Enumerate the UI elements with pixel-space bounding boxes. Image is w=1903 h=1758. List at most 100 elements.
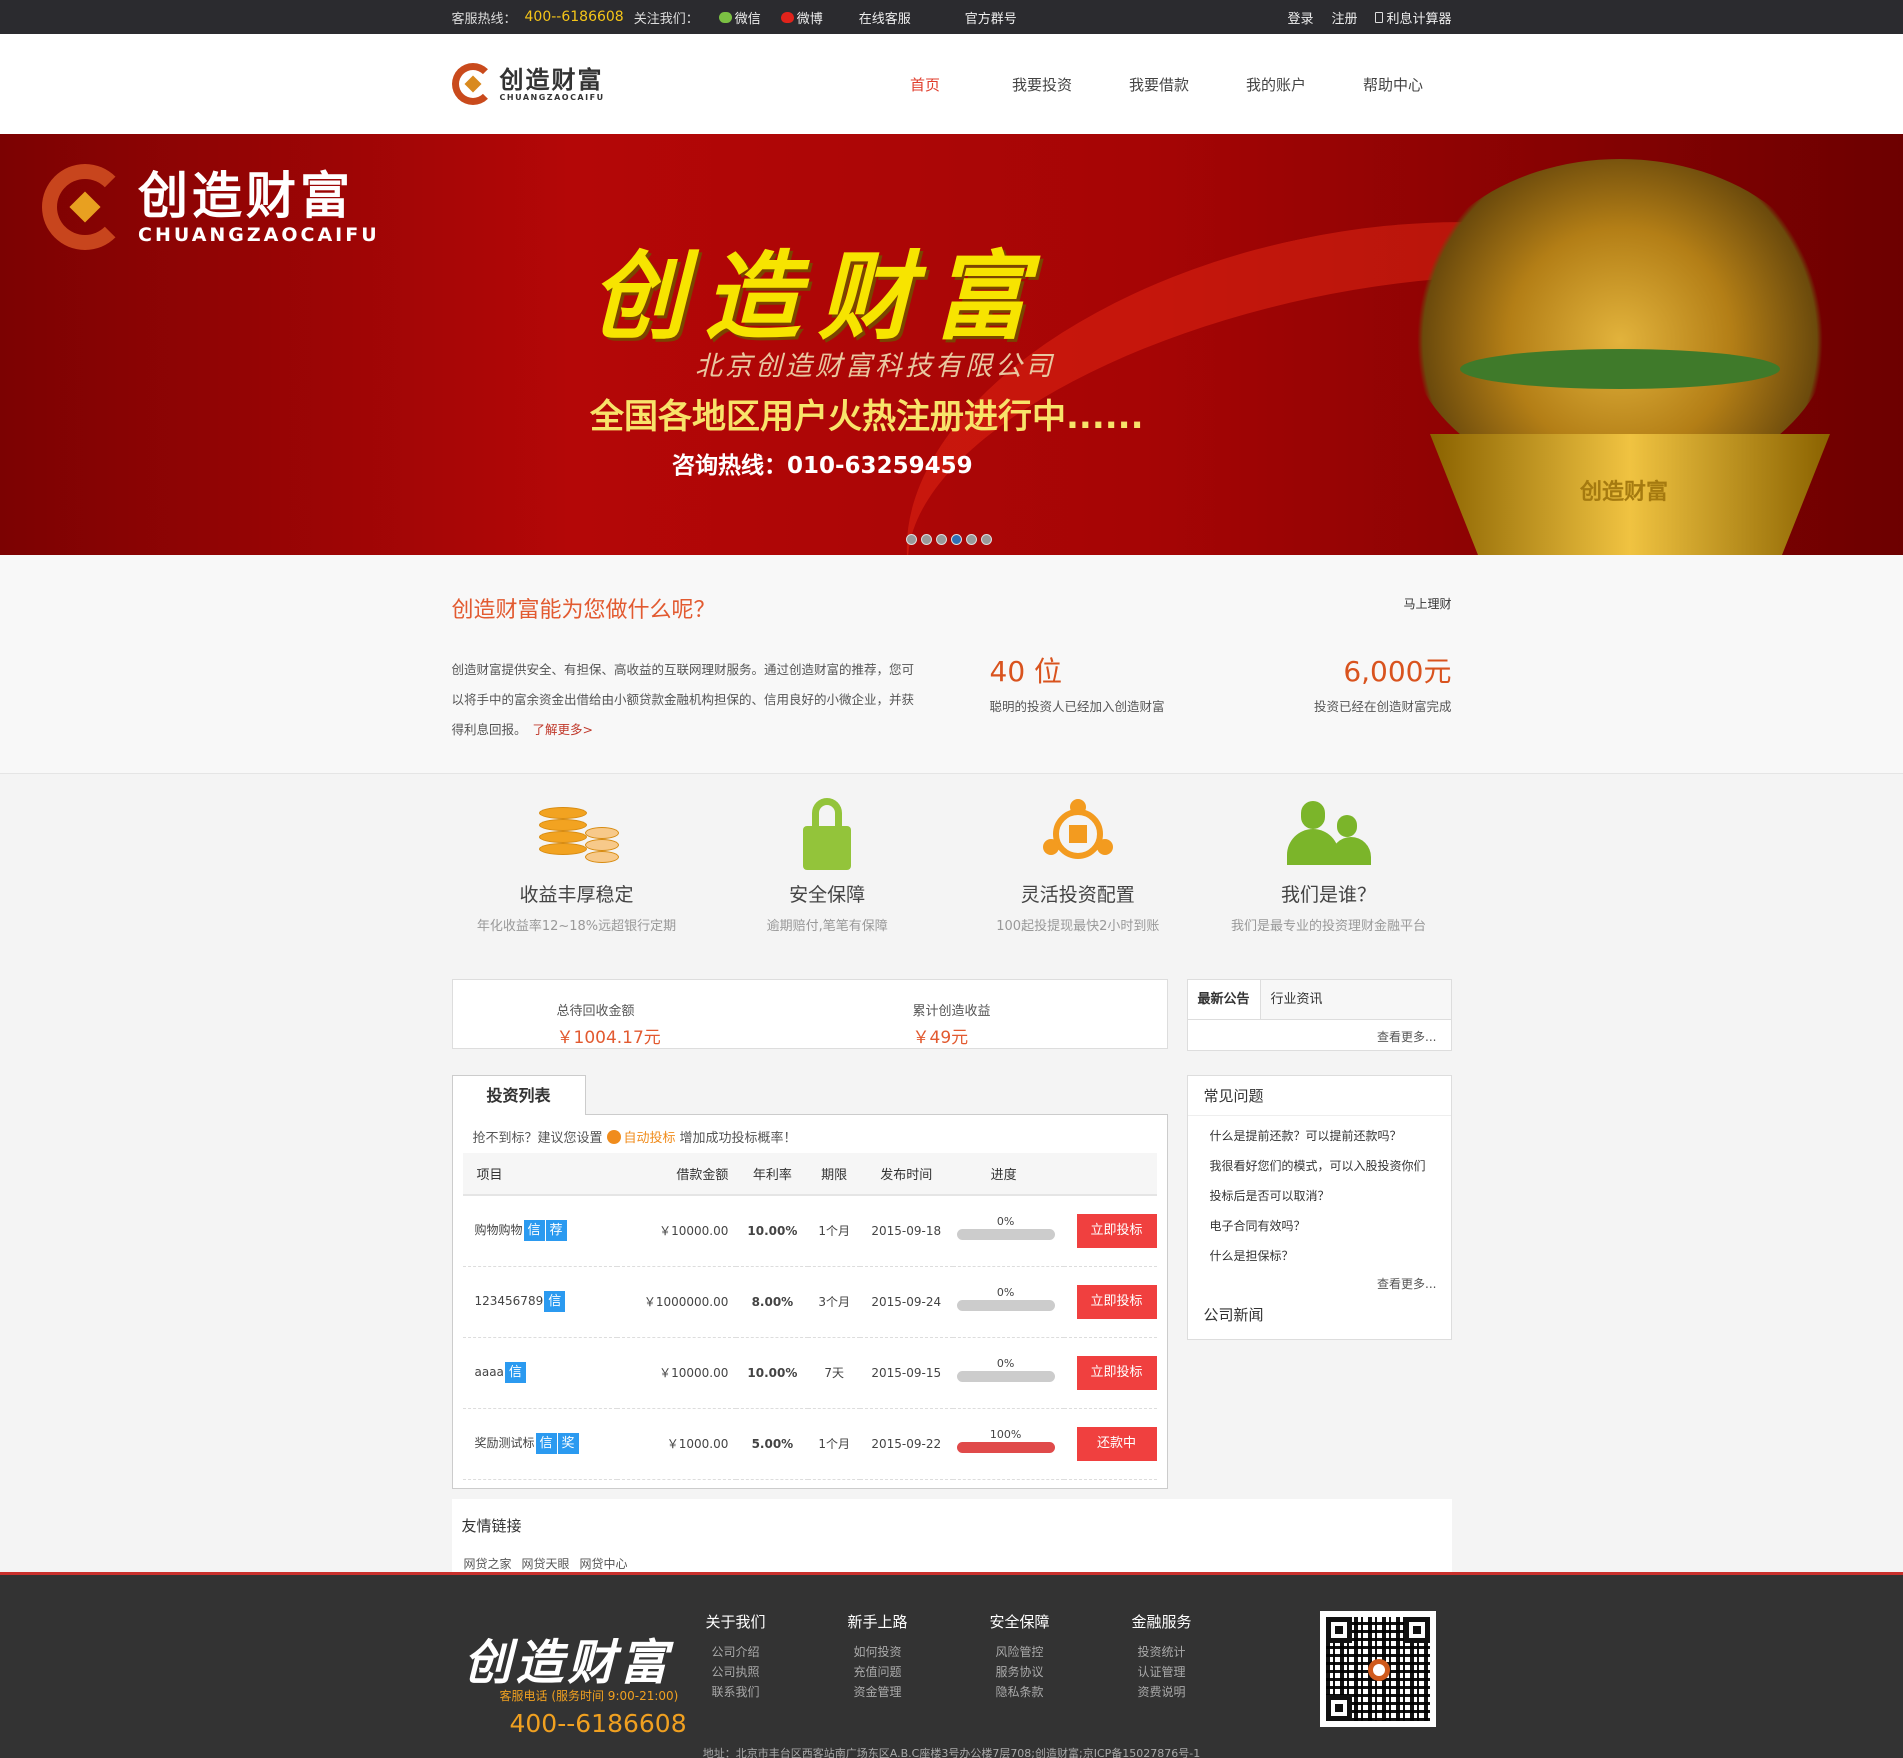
col-action (1063, 1153, 1157, 1196)
loan-amount: ￥10000.00 (616, 1337, 737, 1409)
banner-dot[interactable] (966, 534, 977, 545)
feature-flexible[interactable]: 灵活投资配置 100起投提现最快2小时到账 (963, 774, 1193, 969)
tab-industry-news[interactable]: 行业资讯 (1260, 980, 1451, 1019)
weibo-link[interactable]: 微博 (780, 8, 823, 27)
nav-help[interactable]: 帮助中心 (1335, 74, 1452, 95)
footer-link[interactable]: 投资统计 (1107, 1642, 1217, 1662)
annual-rate: 10.00% (736, 1195, 809, 1267)
footer-link[interactable]: 资费说明 (1107, 1682, 1217, 1702)
calculator-link[interactable]: 利息计算器 (1375, 8, 1452, 27)
auto-bid-link[interactable]: 自动投标 (606, 1127, 676, 1146)
feature-about[interactable]: 我们是谁？ 我们是最专业的投资理财金融平台 (1213, 774, 1443, 969)
loan-term: 7天 (808, 1337, 860, 1409)
nav-invest[interactable]: 我要投资 (984, 74, 1101, 95)
progress-label: 100% (989, 1428, 1022, 1441)
col-rate: 年利率 (736, 1153, 809, 1196)
footer-phone: 400--6186608 (509, 1709, 687, 1738)
invest-now-button[interactable]: 立即投标 (1076, 1355, 1157, 1390)
feature-security[interactable]: 安全保障 逾期赔付,笔笔有保障 (712, 774, 942, 969)
banner-pagination (906, 534, 992, 545)
stat-amount: 6,000元 投资已经在创造财富完成 (1314, 650, 1452, 715)
footer-link[interactable]: 隐私条款 (965, 1682, 1075, 1702)
nav-borrow[interactable]: 我要借款 (1101, 74, 1218, 95)
project-name[interactable]: 123456789 (475, 1294, 544, 1308)
footer-col-finance: 金融服务 投资统计 认证管理 资费说明 (1107, 1611, 1217, 1702)
invest-now-button[interactable]: 还款中 (1076, 1426, 1157, 1461)
banner-logo-icon (42, 164, 128, 250)
footer-link[interactable]: 如何投资 (823, 1642, 933, 1662)
company-news-title[interactable]: 公司新闻 (1188, 1304, 1451, 1325)
faq-item[interactable]: 什么是担保标？ (1210, 1241, 1451, 1271)
footer-link[interactable]: 服务协议 (965, 1662, 1075, 1682)
tab-invest-list[interactable]: 投资列表 (451, 1075, 586, 1115)
faq-item[interactable]: 投标后是否可以取消？ (1210, 1181, 1451, 1211)
publish-date: 2015-09-18 (859, 1195, 953, 1267)
progress-bar: 0% (956, 1357, 1055, 1382)
notice-more-link[interactable]: 查看更多... (1188, 1028, 1451, 1045)
intro-title: 创造财富能为您做什么呢？ (451, 598, 716, 623)
footer-link[interactable]: 充值问题 (823, 1662, 933, 1682)
faq-title: 常见问题 (1187, 1076, 1451, 1116)
official-group-link[interactable]: 官方群号 (965, 8, 1017, 27)
project-name[interactable]: 购物购物 (475, 1223, 523, 1237)
register-link[interactable]: 注册 (1331, 8, 1357, 27)
table-row: 购物购物信荐 ￥10000.00 10.00% 1个月 2015-09-18 0% 立即投标 (462, 1195, 1157, 1267)
footer-link[interactable]: 公司介绍 (681, 1642, 791, 1662)
pending-amount: 总待回收金额 ￥1004.17元 (556, 1004, 661, 1048)
site-logo[interactable]: 创造财富 CHUANGZAOCAIFU (451, 63, 605, 105)
annual-rate: 10.00% (736, 1337, 809, 1409)
banner-dot[interactable] (981, 534, 992, 545)
friend-link[interactable]: 网贷天眼 (522, 1555, 570, 1572)
footer-link[interactable]: 认证管理 (1107, 1662, 1217, 1682)
feature-security-title: 安全保障 (789, 884, 866, 906)
col-date: 发布时间 (859, 1153, 953, 1196)
invest-now-link[interactable]: 马上理财 (1403, 595, 1451, 612)
banner-dot[interactable] (951, 534, 962, 545)
project-name[interactable]: 奖励测试标 (475, 1436, 535, 1450)
tab-latest-notice[interactable]: 最新公告 (1187, 980, 1261, 1019)
annual-rate: 5.00% (736, 1408, 809, 1480)
friend-link[interactable]: 网贷中心 (580, 1555, 628, 1572)
footer-link[interactable]: 资金管理 (823, 1682, 933, 1702)
footer-col-security: 安全保障 风险管控 服务协议 隐私条款 (965, 1611, 1075, 1702)
nav-account[interactable]: 我的账户 (1218, 74, 1335, 95)
feature-returns-title: 收益丰厚稳定 (519, 884, 634, 906)
footer-service-hours: 客服电话 (服务时间 9:00-21:00) (499, 1689, 679, 1703)
footer-link[interactable]: 风险管控 (965, 1642, 1075, 1662)
annual-rate: 8.00% (736, 1266, 809, 1338)
learn-more-link[interactable]: 了解更多> (533, 722, 593, 737)
publish-date: 2015-09-15 (859, 1337, 953, 1409)
online-service-link[interactable]: 在线客服 (859, 8, 911, 27)
invest-now-button[interactable]: 立即投标 (1076, 1284, 1157, 1319)
feature-returns-desc: 年化收益率12~18%远超银行定期 (476, 919, 677, 934)
invest-now-button[interactable]: 立即投标 (1076, 1213, 1157, 1248)
banner-phone: 咨询热线：010-63259459 (672, 453, 973, 479)
banner-company: 北京创造财富科技有限公司 (695, 351, 1055, 382)
footer: 创造财富 客服电话 (服务时间 9:00-21:00) 400--6186608… (0, 1572, 1903, 1758)
wechat-link[interactable]: 微信 (718, 8, 761, 27)
banner-dot[interactable] (921, 534, 932, 545)
main-section: 总待回收金额 ￥1004.17元 累计创造收益 ￥49元 最新公告 行业资讯 查… (0, 979, 1903, 1589)
banner-title: 创造财富 (590, 240, 1046, 353)
footer-col-about: 关于我们 公司介绍 公司执照 联系我们 (681, 1611, 791, 1702)
banner-dot[interactable] (936, 534, 947, 545)
login-link[interactable]: 登录 (1287, 8, 1313, 27)
faq-item[interactable]: 电子合同有效吗？ (1210, 1211, 1451, 1241)
faq-item[interactable]: 什么是提前还款？可以提前还款吗？ (1210, 1121, 1451, 1151)
banner-dot[interactable] (906, 534, 917, 545)
friend-link[interactable]: 网贷之家 (464, 1555, 512, 1572)
footer-link[interactable]: 联系我们 (681, 1682, 791, 1702)
faq-item[interactable]: 我很看好您们的模式，可以入股投资你们 (1210, 1151, 1451, 1181)
faq-more-link[interactable]: 查看更多... (1188, 1275, 1451, 1292)
nav-home[interactable]: 首页 (867, 74, 984, 95)
project-name[interactable]: aaaa (475, 1365, 504, 1379)
progress-bar: 0% (956, 1286, 1055, 1311)
feature-returns[interactable]: 收益丰厚稳定 年化收益率12~18%远超银行定期 (462, 774, 692, 969)
feature-flexible-desc: 100起投提现最快2小时到账 (996, 919, 1160, 934)
hero-banner[interactable]: 创造财富 CHUANGZAOCAIFU 创造财富 北京创造财富科技有限公司 全国… (0, 134, 1903, 555)
badge-tag: 信 (535, 1433, 557, 1454)
progress-label: 0% (996, 1357, 1015, 1370)
footer-link[interactable]: 公司执照 (681, 1662, 791, 1682)
stat-investors-label: 聪明的投资人已经加入创造财富 (989, 699, 1165, 714)
follow-label: 关注我们： (633, 11, 699, 27)
